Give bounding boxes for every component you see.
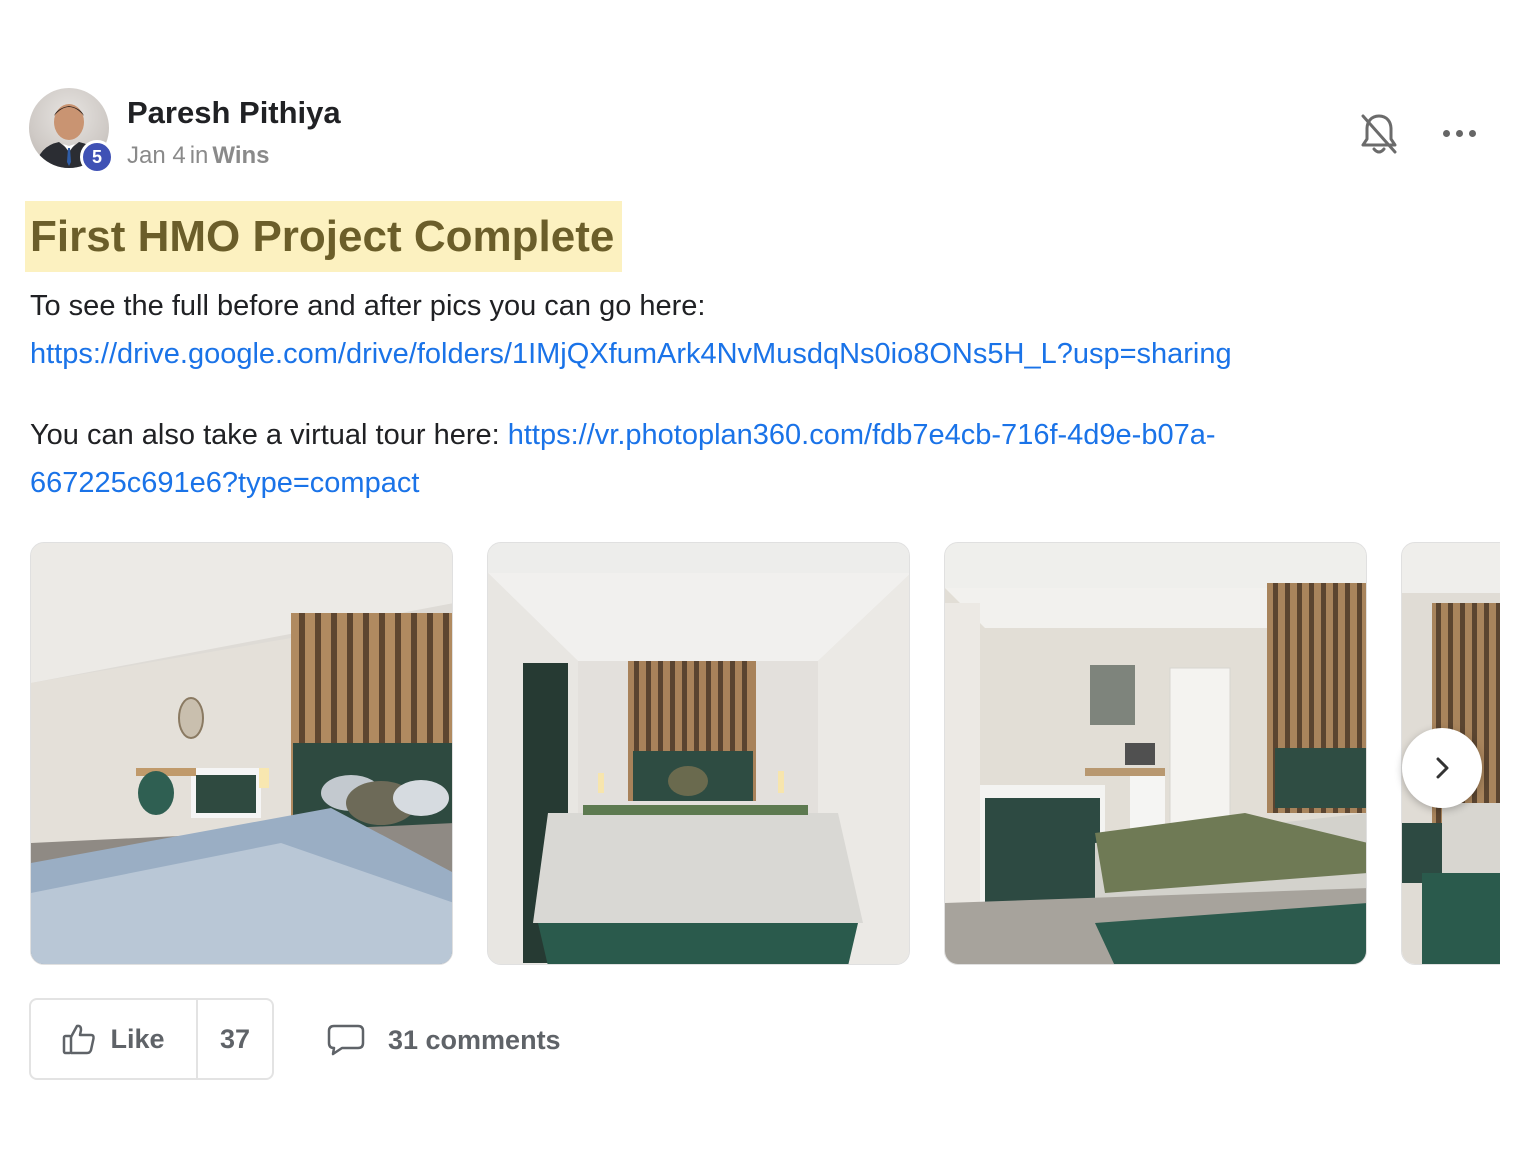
gallery-next-button[interactable] [1402,728,1482,808]
author-name[interactable]: Paresh Pithiya [127,95,341,131]
post-date[interactable]: Jan 4 [127,142,186,169]
like-count[interactable]: 37 [198,1000,272,1078]
intro-text: To see the full before and after pics yo… [30,290,706,322]
tour-line: You can also take a virtual tour here: h… [30,419,1216,452]
meta-in-word: in [189,142,209,169]
drive-link[interactable]: https://drive.google.com/drive/folders/1… [30,338,1232,370]
comments-label: 31 comments [388,1024,561,1055]
like-button[interactable]: Like [31,1000,198,1078]
gallery-image-1[interactable] [30,542,453,965]
chevron-right-icon [1436,757,1449,779]
tour-link-line2-wrap: 667225c691e6?type=compact [30,467,419,500]
author-avatar-wrap[interactable]: 5 [29,88,114,174]
tour-text: You can also take a virtual tour here: [30,419,508,451]
post-category[interactable]: Wins [212,142,269,169]
gallery-image-3[interactable] [944,542,1367,965]
comment-icon [327,1024,365,1056]
post-title: First HMO Project Complete [25,201,623,272]
level-badge: 5 [80,140,114,174]
more-options-button[interactable] [1434,115,1484,151]
more-horizontal-icon [1442,129,1476,137]
comments-button[interactable]: 31 comments [326,1018,561,1062]
bell-off-icon [1361,114,1397,154]
like-group: Like 37 [29,998,274,1080]
tour-link[interactable]: https://vr.photoplan360.com/fdb7e4cb-716… [508,419,1216,451]
image-gallery [30,542,1500,966]
tour-link-continued[interactable]: 667225c691e6?type=compact [30,467,419,499]
notification-toggle-button[interactable] [1357,110,1401,158]
post-meta: Jan 4 in Wins [127,142,270,170]
thumbs-up-icon [63,1024,96,1055]
gallery-image-2[interactable] [487,542,910,965]
drive-link-line: https://drive.google.com/drive/folders/1… [30,338,1232,371]
like-label: Like [110,1023,165,1054]
post-card: 5 Paresh Pithiya Jan 4 in Wins First HMO P… [0,0,1534,1158]
